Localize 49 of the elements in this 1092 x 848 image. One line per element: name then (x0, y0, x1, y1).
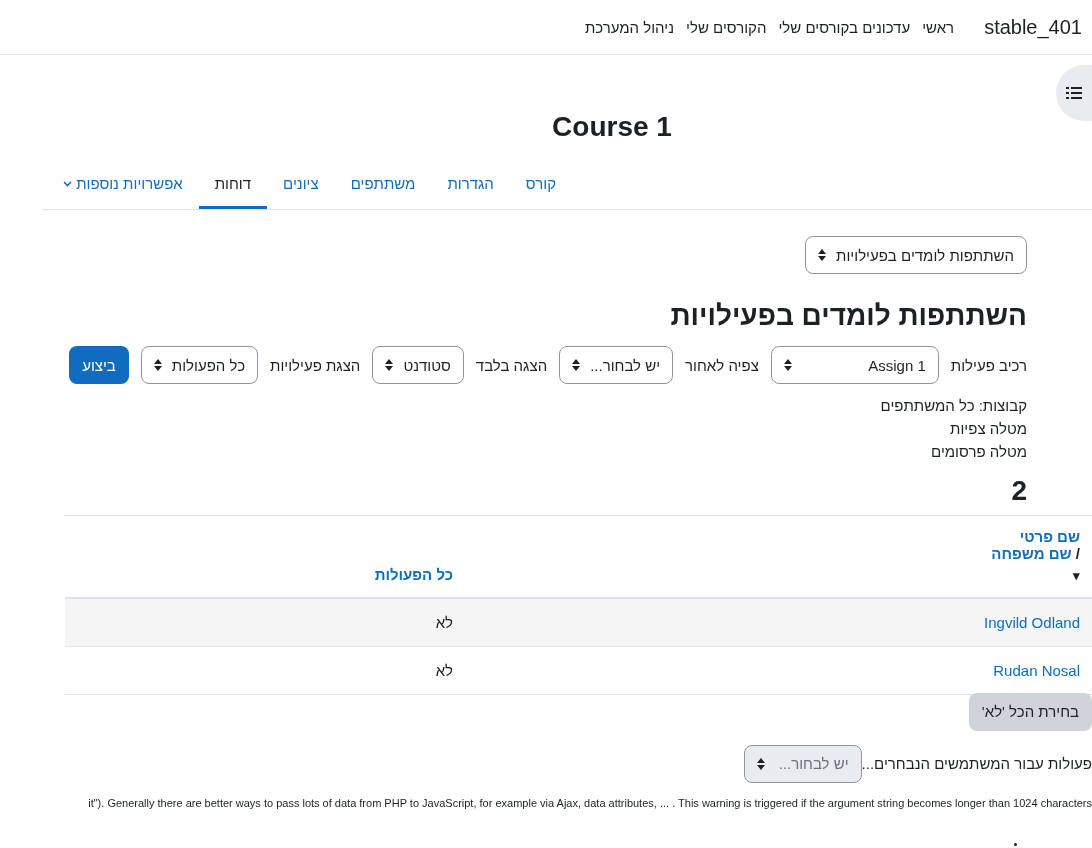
bulk-action-label: פעולות עבור המשתמשים הנבחרים... (861, 755, 1092, 772)
table-cell: לא (435, 613, 453, 631)
info-text: מטלה צפיות (949, 419, 1027, 439)
warning-text: it"). Generally there are better ways to pass lots of data from PHP to JavaScript, for example via Ajax, data attributes, ... . This warning is triggered if the argument string becomes longer than 1024 characters (87, 796, 1092, 809)
separator-text: / (1074, 545, 1080, 562)
nav-link[interactable]: הקורסים שלי (686, 18, 767, 36)
report-select[interactable]: השתתפות לומדים בפעילויות (805, 236, 1027, 274)
go-button[interactable]: ביצוע (69, 346, 129, 384)
nav-link[interactable]: ראשי (922, 18, 955, 36)
nav-link[interactable]: עדכונים בקורסים שלי (778, 18, 911, 36)
sort-arrows-icon (756, 757, 765, 770)
page-heading: השתתפות לומדים בפעילויות (669, 300, 1027, 332)
sort-indicator[interactable]: ▾ (1073, 568, 1080, 583)
count-heading: 2 (1010, 475, 1027, 507)
filter-select[interactable]: Assign 1 (770, 346, 939, 384)
select-all-button[interactable]: בחירת הכל 'לא' (968, 692, 1092, 731)
tab[interactable]: אפשרויות נוספות (47, 161, 199, 209)
filter-label: הצגת פעילויות (270, 356, 361, 374)
filter-select[interactable]: כל הפעולות (140, 346, 259, 384)
sort-arrows-icon (818, 249, 827, 261)
sort-arrows-icon (783, 359, 792, 371)
site-name[interactable]: stable_401 (984, 15, 1082, 39)
user-name-link[interactable]: Rudan Nosal (993, 661, 1080, 679)
tab[interactable]: קורס (509, 161, 572, 209)
filter-label: צפיה לאחור (685, 356, 759, 374)
info-text: מטלה פרסומים (930, 442, 1027, 462)
filter-select[interactable]: סטודנט (372, 346, 464, 384)
info-text: קבוצות: כל המשתתפים (879, 396, 1027, 416)
list-icon (1066, 86, 1082, 100)
filter-select[interactable]: יש לבחור... (559, 346, 674, 384)
course-title: Course 1 (551, 111, 673, 144)
last-name-header-link[interactable]: שם משפחה (991, 545, 1072, 562)
sort-arrows-icon (572, 359, 581, 371)
dot-mark (1014, 843, 1017, 846)
column-header-link[interactable]: כל הפעולות (374, 566, 453, 583)
user-name-link[interactable]: Ingvild Odland (984, 613, 1080, 631)
tab[interactable]: הגדרות (431, 161, 510, 209)
drawer-toggle-button[interactable] (1056, 65, 1092, 121)
first-name-header-link[interactable]: שם פרטי (477, 528, 1080, 545)
sort-arrows-icon (385, 359, 394, 371)
tab[interactable]: משתתפים (334, 161, 432, 209)
tab[interactable]: ציונים (267, 161, 335, 209)
filter-label: הצגה בלבד (475, 356, 548, 374)
tab[interactable]: דוחות (198, 161, 268, 209)
sort-arrows-icon (153, 359, 162, 371)
nav-link[interactable]: ניהול המערכת (584, 18, 675, 36)
table-cell: לא (435, 661, 453, 679)
filter-label: רכיב פעילות (950, 356, 1027, 374)
chevron-down-icon (63, 180, 73, 187)
